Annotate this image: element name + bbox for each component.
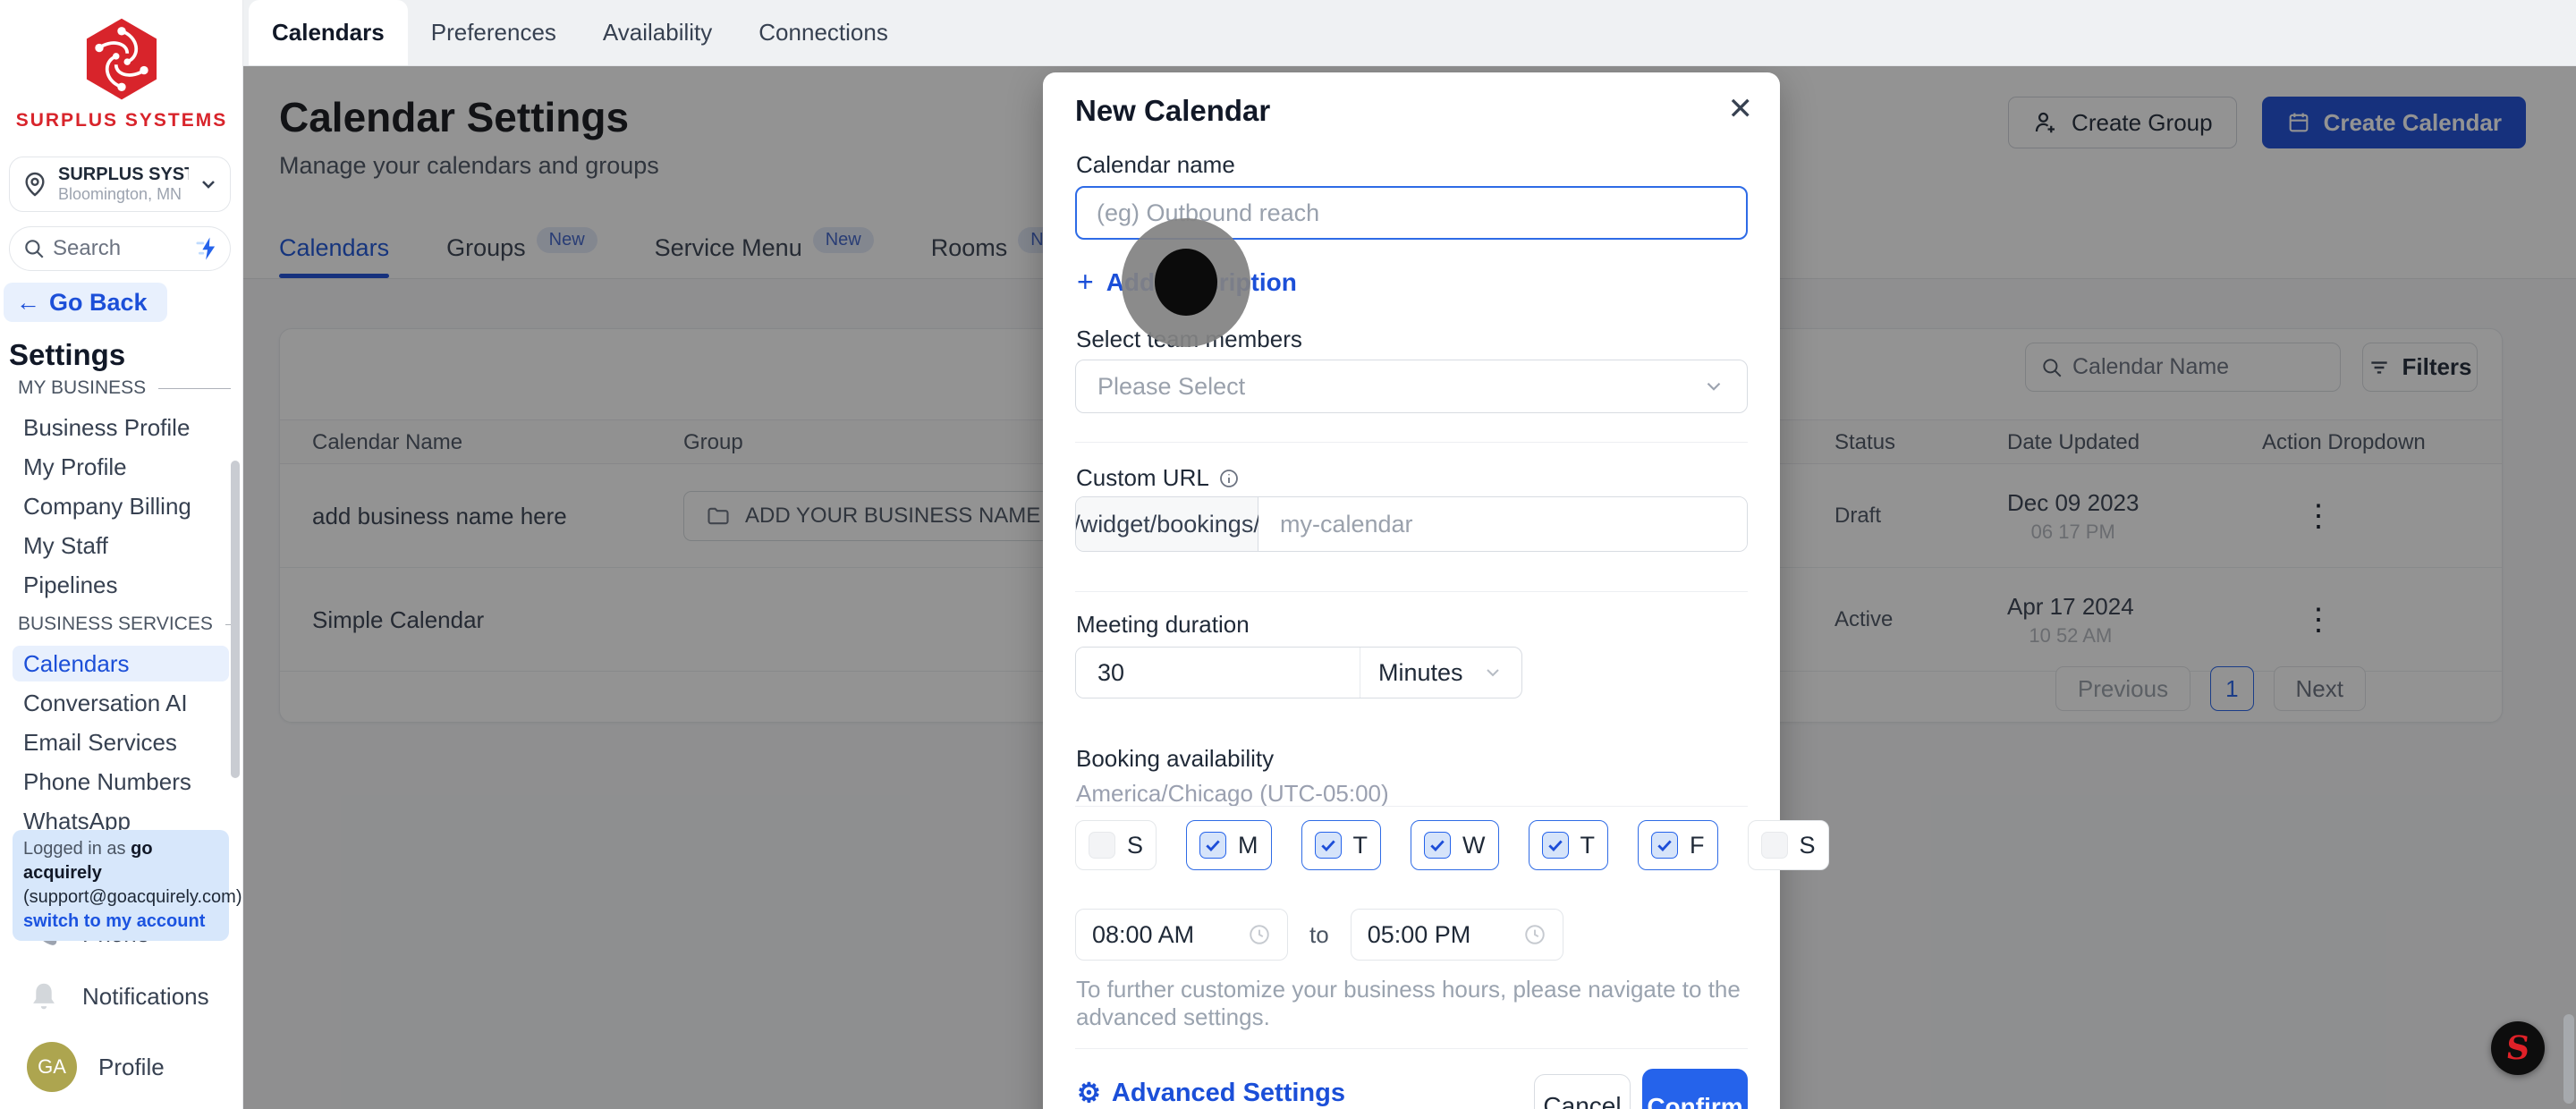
booking-availability-label: Booking availability xyxy=(1076,745,1275,772)
sidebar-item-pipelines[interactable]: Pipelines xyxy=(13,567,229,603)
location-city: Bloomington, MN xyxy=(58,185,182,203)
timezone-label: America/Chicago (UTC-05:00) xyxy=(1076,780,1389,807)
arrow-left-icon: ← xyxy=(16,288,40,316)
day-checkbox-monday[interactable]: M xyxy=(1186,820,1272,870)
sidebar-item-company-billing[interactable]: Company Billing xyxy=(13,488,229,524)
sidebar-search-input[interactable] xyxy=(53,236,187,261)
checkbox-icon xyxy=(1314,832,1342,859)
day-checkbox-thursday[interactable]: T xyxy=(1528,820,1608,870)
sidebar-item-calendars[interactable]: Calendars xyxy=(13,646,229,681)
end-time-input[interactable] xyxy=(1367,920,1511,949)
switch-account-link[interactable]: switch to my account xyxy=(23,910,218,934)
surplus-systems-logo-icon xyxy=(86,18,157,100)
sidebar-item-my-profile[interactable]: My Profile xyxy=(13,449,229,485)
settings-nav: MY BUSINESS Business Profile My Profile … xyxy=(0,368,243,841)
settings-heading: Settings xyxy=(9,338,126,371)
checkbox-icon xyxy=(1424,832,1452,859)
day-checkbox-wednesday[interactable]: W xyxy=(1411,820,1499,870)
clock-icon xyxy=(1250,925,1269,944)
avatar: GA xyxy=(27,1042,77,1092)
close-icon[interactable]: ✕ xyxy=(1728,94,1754,124)
logged-in-banner: Logged in as go acquirely (support@goacq… xyxy=(13,830,242,941)
duration-value-input[interactable] xyxy=(1076,648,1360,698)
checkbox-icon xyxy=(1199,832,1227,859)
day-checkbox-sunday[interactable]: S xyxy=(1075,820,1157,870)
tab-calendars-top[interactable]: Calendars xyxy=(249,0,408,65)
sidebar-item-profile[interactable]: GA Profile xyxy=(27,1042,165,1092)
info-icon[interactable] xyxy=(1218,468,1240,489)
modal-title: New Calendar xyxy=(1075,94,1271,127)
top-tab-bar: Calendars Preferences Availability Conne… xyxy=(243,0,2576,66)
custom-url-input[interactable] xyxy=(1258,497,1747,551)
cancel-button[interactable]: Cancel xyxy=(1534,1074,1631,1109)
chevron-down-icon xyxy=(202,181,215,189)
brand-name: SURPLUS SYSTEMS xyxy=(15,110,228,131)
day-checkbox-saturday[interactable]: S xyxy=(1747,820,1829,870)
meeting-duration-group: Minutes xyxy=(1075,647,1522,698)
hours-range: to xyxy=(1075,909,1563,961)
team-members-select[interactable]: Please Select xyxy=(1075,360,1748,413)
brand-logo: SURPLUS SYSTEMS xyxy=(0,14,243,131)
sidebar-scrollbar[interactable] xyxy=(231,461,240,778)
location-name: SURPLUS SYSTEM... xyxy=(58,165,189,184)
to-label: to xyxy=(1309,920,1329,948)
location-pin-icon xyxy=(25,172,45,197)
gear-icon: ⚙ xyxy=(1077,1079,1101,1108)
go-back-button[interactable]: ← Go Back xyxy=(4,283,167,322)
section-my-business: MY BUSINESS xyxy=(18,377,243,399)
search-icon xyxy=(25,240,44,258)
day-checkbox-tuesday[interactable]: T xyxy=(1301,820,1382,870)
meeting-duration-label: Meeting duration xyxy=(1076,611,1250,638)
main-content: Calendar Settings Manage your calendars … xyxy=(243,66,2576,1109)
chevron-down-icon xyxy=(1487,669,1499,677)
weekday-selector: S M T W T F S xyxy=(1075,820,1829,870)
hours-helper-text: To further customize your business hours… xyxy=(1076,976,1741,1030)
start-time-input[interactable] xyxy=(1092,920,1235,949)
plus-icon: + xyxy=(1077,266,1094,298)
sidebar-item-email-services[interactable]: Email Services xyxy=(13,724,229,760)
duration-unit-select[interactable]: Minutes xyxy=(1360,648,1521,698)
sidebar-item-business-profile[interactable]: Business Profile xyxy=(13,410,229,445)
section-business-services: BUSINESS SERVICES xyxy=(18,614,243,635)
bell-icon xyxy=(33,983,55,1010)
start-time-picker[interactable] xyxy=(1075,909,1288,961)
tab-preferences[interactable]: Preferences xyxy=(408,0,580,65)
confirm-button[interactable]: Confirm xyxy=(1642,1069,1748,1109)
checkbox-icon xyxy=(1651,832,1678,859)
click-indicator xyxy=(1122,218,1250,347)
clock-icon xyxy=(1524,925,1545,944)
advanced-settings-link[interactable]: ⚙ Advanced Settings xyxy=(1077,1078,1345,1109)
custom-url-label: Custom URL xyxy=(1076,464,1240,492)
checkbox-icon xyxy=(1541,832,1569,859)
page-scrollbar[interactable] xyxy=(2563,1014,2574,1104)
day-checkbox-friday[interactable]: F xyxy=(1638,820,1718,870)
chevron-down-icon xyxy=(1707,382,1721,391)
sidebar: SURPLUS SYSTEMS SURPLUS SYSTEM... Bloomi… xyxy=(0,0,243,1109)
sidebar-item-notifications[interactable]: Notifications xyxy=(27,979,209,1013)
logged-in-email: (support@goacquirely.com) xyxy=(23,887,242,907)
sidebar-item-conversation-ai[interactable]: Conversation AI xyxy=(13,685,229,721)
end-time-picker[interactable] xyxy=(1350,909,1563,961)
checkbox-icon xyxy=(1089,832,1115,859)
calendar-name-label: Calendar name xyxy=(1076,151,1235,178)
location-switcher[interactable]: SURPLUS SYSTEM... Bloomington, MN xyxy=(9,157,231,212)
app-root: SURPLUS SYSTEMS SURPLUS SYSTEM... Bloomi… xyxy=(0,0,2576,1109)
quick-actions-bolt-icon[interactable] xyxy=(194,235,221,262)
support-widget-button[interactable]: S xyxy=(2491,1021,2545,1075)
sidebar-search[interactable] xyxy=(9,226,231,271)
widget-logo-icon: S xyxy=(2504,1029,2532,1067)
url-prefix: /widget/bookings/ xyxy=(1076,497,1260,551)
sidebar-item-my-staff[interactable]: My Staff xyxy=(13,528,229,563)
sidebar-item-phone-numbers[interactable]: Phone Numbers xyxy=(13,764,229,800)
tab-availability[interactable]: Availability xyxy=(580,0,735,65)
checkbox-icon xyxy=(1760,832,1788,859)
click-indicator-dot xyxy=(1155,249,1217,316)
custom-url-group: /widget/bookings/ xyxy=(1075,496,1748,552)
tab-connections[interactable]: Connections xyxy=(735,0,911,65)
